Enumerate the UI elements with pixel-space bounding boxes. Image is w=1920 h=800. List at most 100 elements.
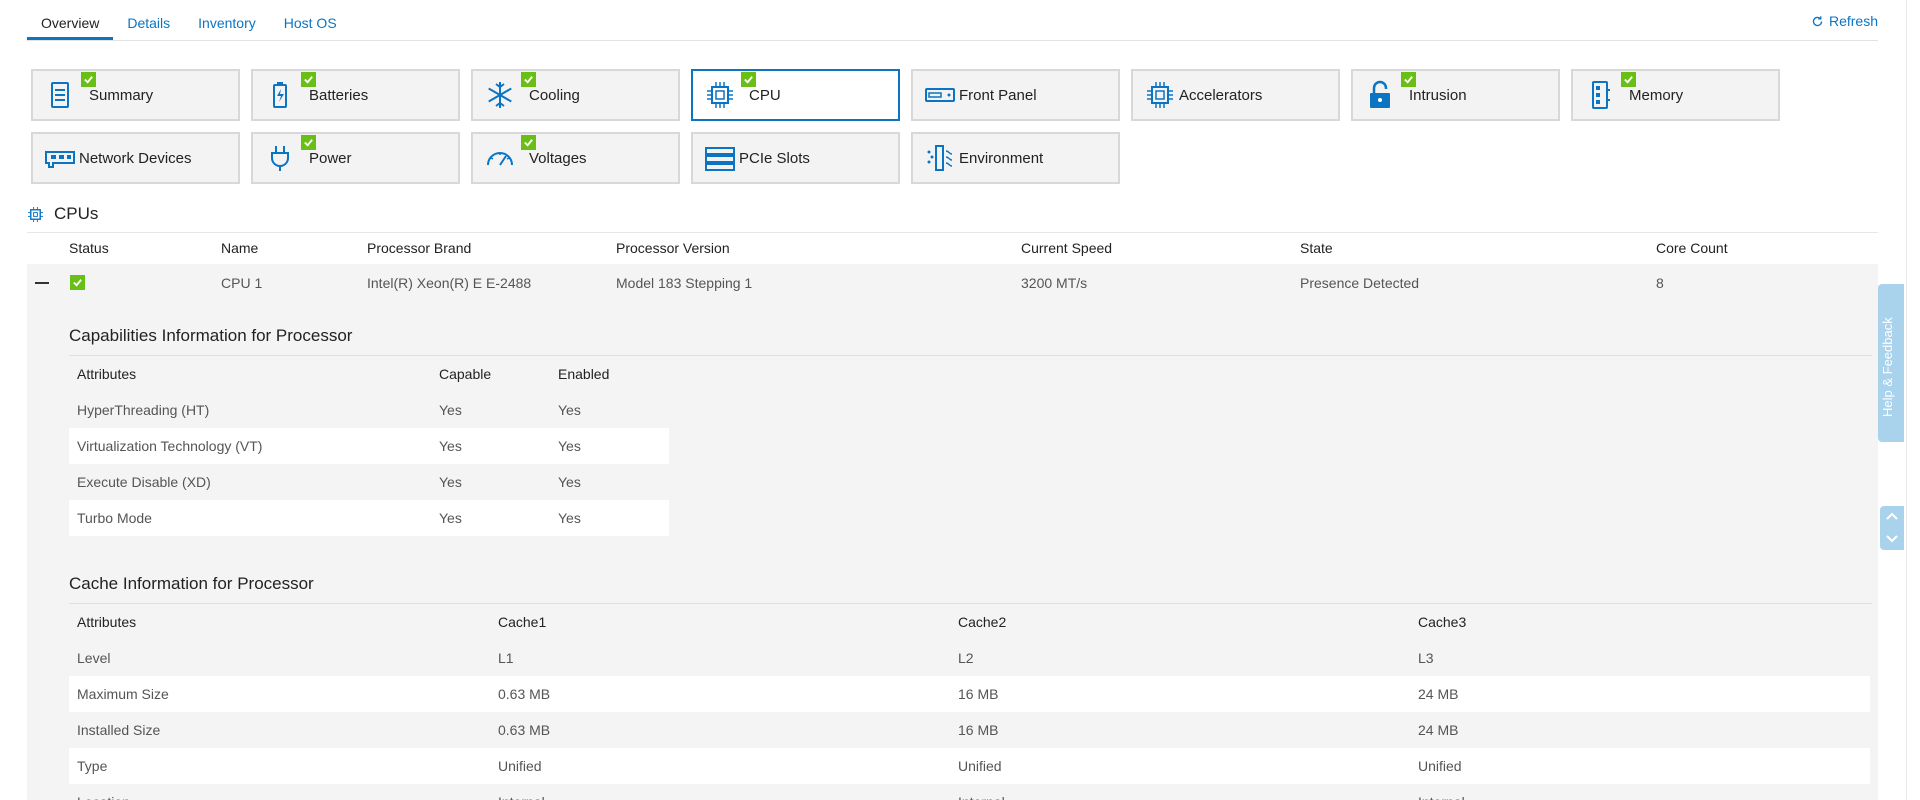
cache1-cell: 0.63 MB xyxy=(490,676,950,712)
component-tiles: Summary Batteries Cooling CPU Front Pane… xyxy=(31,69,1791,184)
tab-inventory[interactable]: Inventory xyxy=(184,0,270,40)
col-attributes: Attributes xyxy=(77,614,137,630)
tile-label: Voltages xyxy=(529,149,587,167)
tile-voltages[interactable]: Voltages xyxy=(471,132,680,184)
tile-network-devices[interactable]: Network Devices xyxy=(31,132,240,184)
cache1-cell: L1 xyxy=(498,650,514,666)
col-name: Name xyxy=(221,240,259,256)
tile-front-panel[interactable]: Front Panel xyxy=(911,69,1120,121)
capable-cell: Yes xyxy=(431,428,550,464)
enabled-cell: Yes xyxy=(550,500,669,536)
table-header-row: Attributes Cache1 Cache2 Cache3 xyxy=(69,604,1870,640)
col-attributes: Attributes xyxy=(77,366,137,382)
tab-details[interactable]: Details xyxy=(113,0,184,40)
cache3-cell: Unified xyxy=(1410,748,1870,784)
ok-check-icon xyxy=(301,72,316,87)
collapse-button[interactable] xyxy=(35,275,49,289)
tabs-divider xyxy=(27,40,1878,41)
gauge-icon xyxy=(485,143,515,173)
help-feedback-label: Help & Feedback xyxy=(1880,317,1895,417)
tile-summary[interactable]: Summary xyxy=(31,69,240,121)
col-cache1: Cache1 xyxy=(498,614,547,630)
cache-table: Attributes Cache1 Cache2 Cache3 Level L1… xyxy=(69,604,1870,800)
cache2-cell: 16 MB xyxy=(950,676,1410,712)
help-feedback-tab[interactable]: Help & Feedback xyxy=(1878,284,1904,442)
table-row: Maximum Size 0.63 MB 16 MB 24 MB xyxy=(69,676,1870,712)
tile-label: PCIe Slots xyxy=(739,149,810,167)
chip-icon xyxy=(705,80,735,110)
ok-check-icon xyxy=(301,135,316,150)
battery-icon xyxy=(265,80,295,110)
snowflake-icon xyxy=(485,80,515,110)
col-brand: Processor Brand xyxy=(367,240,472,256)
ok-check-icon xyxy=(741,72,756,87)
col-core-count: Core Count xyxy=(1656,240,1728,256)
lock-icon xyxy=(1365,80,1395,110)
tile-pcie-slots[interactable]: PCIe Slots xyxy=(691,132,900,184)
tile-label: Environment xyxy=(959,149,1044,167)
tile-intrusion[interactable]: Intrusion xyxy=(1351,69,1560,121)
chip-icon xyxy=(1145,80,1175,110)
col-enabled: Enabled xyxy=(558,366,610,382)
table-row: Virtualization Technology (VT) Yes Yes xyxy=(69,428,669,464)
tile-accelerators[interactable]: Accelerators xyxy=(1131,69,1340,121)
front-panel-icon xyxy=(925,80,955,110)
cpu-version: Model 183 Stepping 1 xyxy=(616,275,753,291)
tab-overview[interactable]: Overview xyxy=(27,0,114,40)
capable-cell: Yes xyxy=(439,402,462,418)
top-tabs: Overview Details Inventory Host OS xyxy=(27,0,351,40)
scroll-buttons xyxy=(1880,506,1904,550)
refresh-button[interactable]: Refresh xyxy=(1811,13,1878,29)
tile-cpu[interactable]: CPU xyxy=(691,69,900,121)
ok-check-icon xyxy=(521,135,536,150)
cache2-cell: 16 MB xyxy=(958,722,999,738)
scroll-down-icon[interactable] xyxy=(1884,530,1900,546)
tile-memory[interactable]: Memory xyxy=(1571,69,1780,121)
cpu-name: CPU 1 xyxy=(221,275,263,291)
tile-environment[interactable]: Environment xyxy=(911,132,1120,184)
cache-title: Cache Information for Processor xyxy=(69,574,314,593)
enabled-cell: Yes xyxy=(550,428,669,464)
tile-label: Summary xyxy=(89,86,154,104)
col-capable: Capable xyxy=(439,366,492,382)
cpu-state: Presence Detected xyxy=(1300,275,1420,291)
attribute-cell: Installed Size xyxy=(77,722,161,738)
tile-batteries[interactable]: Batteries xyxy=(251,69,460,121)
capabilities-title: Capabilities Information for Processor xyxy=(69,326,353,345)
attribute-cell: Execute Disable (XD) xyxy=(77,474,211,490)
attribute-cell: Virtualization Technology (VT) xyxy=(69,428,431,464)
cpus-title: CPUs xyxy=(54,204,99,223)
cpus-heading: CPUs xyxy=(27,204,98,224)
refresh-icon xyxy=(1812,15,1823,26)
summary-icon xyxy=(45,80,75,110)
scroll-up-icon[interactable] xyxy=(1884,509,1900,525)
refresh-label: Refresh xyxy=(1828,13,1878,29)
attribute-cell: Type xyxy=(69,748,490,784)
table-row: Location Internal Internal Internal xyxy=(69,784,1870,800)
tile-label: Memory xyxy=(1629,86,1684,104)
chip-icon xyxy=(27,206,44,222)
ok-check-icon xyxy=(70,275,85,290)
cache3-cell: 24 MB xyxy=(1418,722,1459,738)
network-card-icon xyxy=(45,143,75,173)
page-scrollbar[interactable] xyxy=(1906,0,1920,800)
cache3-cell: L3 xyxy=(1418,650,1434,666)
cpus-divider xyxy=(27,232,1878,233)
capabilities-table: Attributes Capable Enabled HyperThreadin… xyxy=(69,356,669,536)
capable-cell: Yes xyxy=(439,474,462,490)
plug-icon xyxy=(265,143,295,173)
cache1-cell: 0.63 MB xyxy=(498,722,551,738)
cpu-speed: 3200 MT/s xyxy=(1021,275,1088,291)
tab-host-os[interactable]: Host OS xyxy=(270,0,351,40)
table-row: Level L1 L2 L3 xyxy=(69,640,1870,676)
table-row: Execute Disable (XD) Yes Yes xyxy=(69,464,669,500)
col-state: State xyxy=(1300,240,1333,256)
tile-cooling[interactable]: Cooling xyxy=(471,69,680,121)
cache1-cell: Internal xyxy=(490,784,950,800)
cpu-row-expanded: CPU 1 Intel(R) Xeon(R) E E-2488 Model 18… xyxy=(27,264,1878,800)
tile-power[interactable]: Power xyxy=(251,132,460,184)
pcie-icon xyxy=(705,143,735,173)
cache3-cell: 24 MB xyxy=(1410,676,1870,712)
tile-label: Power xyxy=(309,149,352,167)
capable-cell: Yes xyxy=(431,500,550,536)
